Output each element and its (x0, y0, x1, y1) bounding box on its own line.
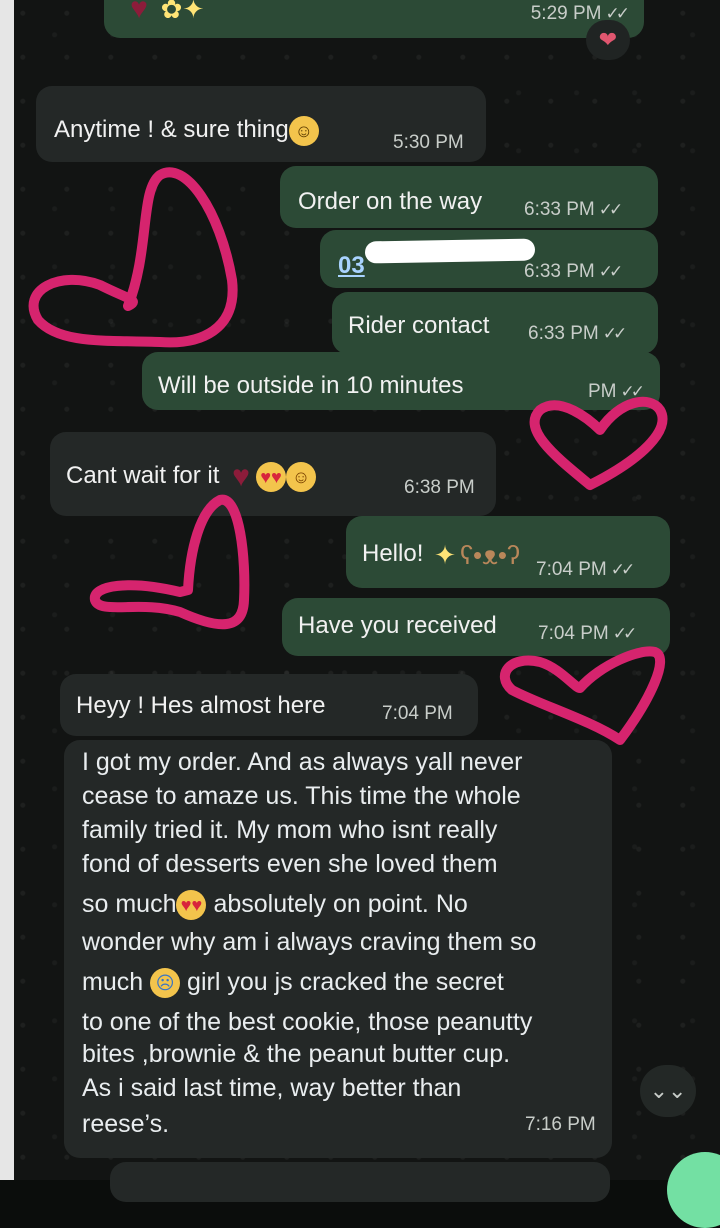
message-bubble-partial[interactable]: ♥ ✿✦ 5:29 PM ✓✓ (104, 0, 644, 38)
message-time: 5:30 PM (393, 132, 464, 153)
message-text: Anytime ! & sure thing (54, 116, 289, 143)
double-chevron-down-icon: ⌄⌄ (649, 1078, 687, 1103)
message-time: 6:33 PM ✓✓ (524, 199, 623, 220)
message-time: 7:04 PM (382, 703, 453, 724)
message-bubble-outgoing[interactable]: Rider contact 6:33 PM ✓✓ (332, 292, 658, 354)
heart-emoji-icon: ♥ (232, 459, 250, 493)
screen-edge (0, 0, 14, 1180)
message-bubble-incoming[interactable]: Cant wait for it ♥ ♥♥ ☺ 6:38 PM (50, 432, 496, 516)
reaction-emojis: ♥ ✿✦ (124, 0, 205, 25)
scroll-to-bottom-button[interactable]: ⌄⌄ (640, 1065, 696, 1117)
teddy-bear-emoji-icon: ʕ•ᴥ•ʔ (460, 539, 521, 570)
message-text: Have you received (298, 612, 497, 639)
message-text: Order on the way (298, 188, 483, 215)
read-ticks-icon: ✓✓ (598, 200, 623, 219)
message-time: 7:16 PM (525, 1114, 596, 1135)
sparkles-emoji-icon: ✦ (434, 539, 456, 570)
message-line: cease to amaze us. This time the whole (82, 782, 521, 810)
reaction-heart-badge[interactable]: ❤ (586, 20, 630, 60)
message-line-with-emoji: so much ♥♥ absolutely on point. No (82, 890, 468, 921)
message-time: PM ✓✓ (588, 381, 645, 402)
message-line: to one of the best cookie, those peanutt… (82, 1008, 533, 1036)
yum-emoji-icon: ☺ (286, 461, 317, 492)
heart-emoji-icon: ♥ (130, 0, 148, 25)
redaction-mark (364, 238, 536, 264)
message-bubble-incoming[interactable]: Heyy ! Hes almost here 7:04 PM (60, 674, 478, 736)
message-bubble-outgoing[interactable]: Have you received 7:04 PM ✓✓ (282, 598, 670, 656)
message-text: Cant wait for it (66, 462, 220, 489)
message-text: Heyy ! Hes almost here (76, 692, 326, 719)
message-line: As i said last time, way better than (82, 1074, 462, 1102)
message-time: 7:04 PM ✓✓ (536, 559, 635, 580)
message-line: family tried it. My mom who isnt really (82, 816, 498, 844)
grin-emoji-icon: ☺ (288, 115, 319, 146)
read-ticks-icon: ✓✓ (612, 624, 637, 643)
message-bubble-outgoing[interactable]: Hello! ✦ ʕ•ᴥ•ʔ 7:04 PM ✓✓ (346, 516, 670, 588)
read-ticks-icon: ✓✓ (602, 324, 627, 343)
message-bubble-incoming[interactable]: Anytime ! & sure thing ☺ 5:30 PM (36, 86, 486, 162)
read-ticks-icon: ✓✓ (610, 560, 635, 579)
message-line: I got my order. And as always yall never (82, 748, 523, 776)
message-line-with-emoji: much ☹ girl you js cracked the secret (82, 968, 504, 999)
heart-eyes-emoji-icon: ♥♥ (176, 890, 207, 921)
read-ticks-icon: ✓✓ (620, 382, 645, 401)
message-time: 6:33 PM ✓✓ (524, 261, 623, 282)
sparkles-emoji-icon: ✿✦ (160, 0, 205, 24)
heart-eyes-emoji-icon: ♥♥ (256, 461, 287, 492)
message-bubble-outgoing[interactable]: Order on the way 6:33 PM ✓✓ (280, 166, 658, 228)
message-line: fond of desserts even she loved them (82, 850, 498, 878)
message-time: 6:33 PM ✓✓ (528, 323, 627, 344)
crying-emoji-icon: ☹ (150, 968, 181, 999)
message-time: 6:38 PM (404, 477, 475, 498)
message-time: 7:04 PM ✓✓ (538, 623, 637, 644)
phone-link[interactable]: 03 (338, 250, 365, 282)
message-bubble-outgoing[interactable]: Will be outside in 10 minutes PM ✓✓ (142, 352, 660, 410)
message-line: reese’s. (82, 1110, 170, 1138)
message-text: Hello! (362, 540, 424, 567)
message-line: wonder why am i always craving them so (82, 928, 537, 956)
message-text: Will be outside in 10 minutes (158, 372, 464, 399)
message-text: Rider contact (348, 312, 490, 339)
message-bubble-partial[interactable] (110, 1162, 610, 1202)
message-line: bites ,brownie & the peanut butter cup. (82, 1040, 511, 1068)
read-ticks-icon: ✓✓ (598, 262, 623, 281)
